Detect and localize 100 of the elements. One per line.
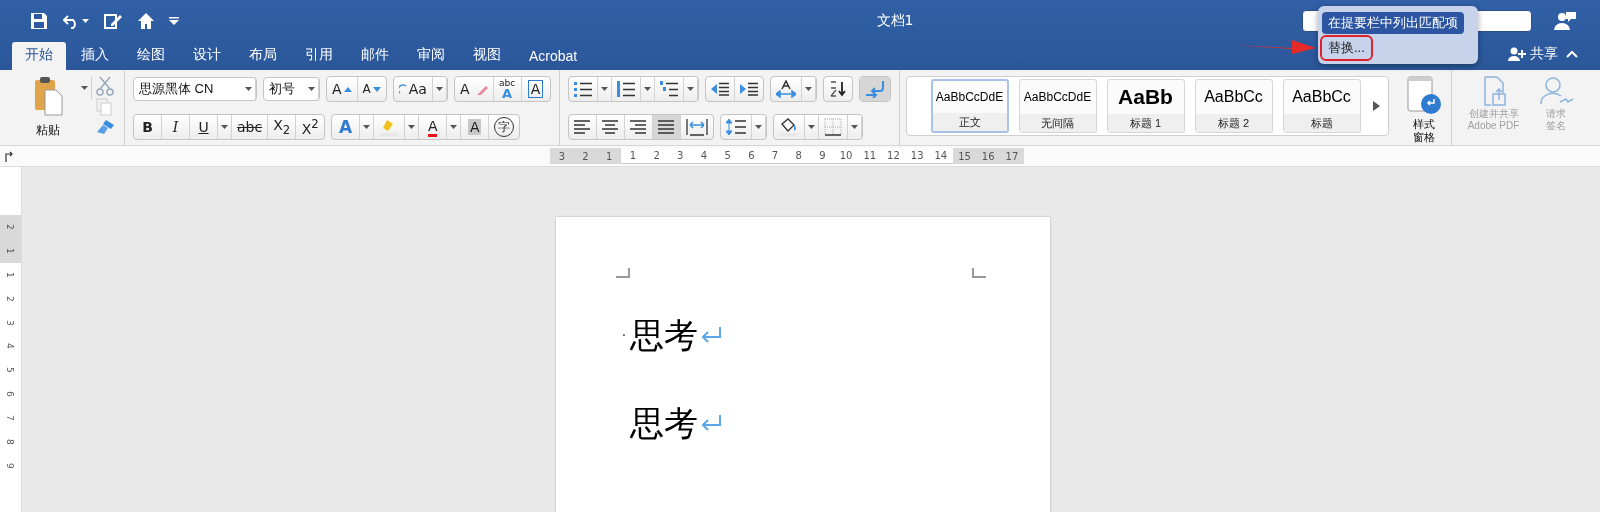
justify-icon [658,119,675,135]
ruler-number: 3 [557,150,567,162]
style-item[interactable]: AaBbCc 标题 [1282,79,1361,133]
more-icon [169,17,179,25]
dropdown-button[interactable] [78,76,92,100]
brush-icon [96,118,116,136]
ribbon-tab[interactable]: Acrobat [516,44,591,70]
font-name-field[interactable]: 思源黑体 CN [133,77,257,101]
ruler-number: 4 [4,342,17,352]
format-button[interactable]: abc A [493,77,522,101]
window-title: 文档1 [875,12,915,30]
save-icon [30,12,48,30]
style-item[interactable]: AaBbCc 标题 2 [1194,79,1273,133]
format-button[interactable]: A [461,115,490,139]
alignment-button[interactable] [652,115,681,139]
ribbon-tab[interactable]: 开始 [12,42,66,70]
paste-icon [33,76,63,116]
paste-button[interactable]: 粘贴 [33,76,63,139]
style-item[interactable]: AaBbCcDdE 正文 [930,79,1009,133]
ruler-number: 1 [4,246,17,256]
format-button[interactable]: U [190,115,218,139]
style-item[interactable]: AaBb 标题 1 [1106,79,1185,133]
customize-button[interactable] [167,15,181,27]
format-button[interactable]: X$_{2}$ [268,115,297,139]
format-button[interactable]: B [134,115,162,139]
style-item[interactable]: AaBbCcDdE 无间隔 [1018,79,1097,133]
arrow-up-icon [343,86,352,92]
edit-icon [103,12,123,30]
share-button[interactable]: 共享 [1508,45,1558,63]
ruler-number: 4 [699,150,709,161]
caret-icon [807,125,815,129]
caret-icon [308,87,315,91]
ruler-number: 5 [4,366,17,376]
align-left-icon [574,119,591,135]
ribbon-tab[interactable]: 审阅 [404,42,458,70]
caret-icon [850,125,858,129]
caret-icon [221,125,228,129]
highlighter-icon [379,118,400,136]
dropdown-button[interactable] [360,115,375,139]
person-icon [1554,11,1576,31]
signature-icon [1537,76,1574,106]
format-button[interactable]: A [521,77,550,101]
caret-up-icon [1566,50,1578,58]
paragraph-text: 思考 [629,316,698,354]
ribbon-tab[interactable]: 布局 [236,42,290,70]
ruler-number: 10 [838,150,854,161]
ruler-number: 2 [652,150,661,161]
ruler-number: 1 [4,270,17,280]
home-icon [137,12,155,30]
ruler-number: 7 [4,414,17,423]
format-button[interactable]: A [332,115,361,139]
align-right-icon [630,119,647,135]
dropdown-button[interactable] [305,77,319,101]
ruler-number: 2 [581,150,590,162]
return-mark-icon [700,326,722,344]
format-button[interactable]: A [419,115,448,139]
format-painter-button[interactable] [96,118,116,136]
paragraph-text: 思考 [629,404,698,442]
ruler-number: 1 [605,150,614,162]
collapse-ribbon-button[interactable] [1564,48,1580,60]
ribbon-tab[interactable]: 插入 [68,42,122,70]
text-direction-icon [775,80,796,98]
ribbon-tab[interactable]: 视图 [460,42,514,70]
gallery-scroll-button[interactable] [1370,99,1382,113]
space-mark: · [620,327,628,343]
copy-icon [96,98,112,116]
format-button[interactable]: I [162,115,190,139]
ruler-number: 3 [676,150,685,161]
bullets-icon [573,81,592,97]
paragraph-mark-icon [864,80,885,98]
styles-pane-icon [1406,76,1441,116]
multilevel-list-icon [659,81,678,97]
distribute-icon [685,118,708,136]
format-button[interactable]: A [357,77,386,101]
decrease-indent-icon [710,82,729,96]
caret-icon [754,125,762,129]
dropdown-button[interactable] [242,77,256,101]
ruler-number: 11 [862,150,878,161]
save-button[interactable] [28,10,50,32]
ribbon-tab[interactable]: 邮件 [348,42,402,70]
format-button[interactable]: X$^{2}$ [296,115,325,139]
dropdown-button[interactable] [447,115,462,139]
font-size-field[interactable]: 初号 [263,77,320,101]
ribbon-tab[interactable]: 设计 [180,42,234,70]
dropdown-button[interactable] [405,115,420,139]
ribbon-tab[interactable]: 引用 [292,42,346,70]
format-button[interactable]: A [327,77,358,101]
borders-icon [823,118,842,136]
styles-pane-button[interactable]: 样式窗格 [1396,70,1452,145]
menu-item[interactable]: 在提要栏中列出匹配项 [1322,12,1464,34]
ruler-number: 12 [886,150,901,161]
dropdown-button[interactable] [218,115,232,139]
format-button[interactable]: Aa [393,77,433,101]
ribbon-tab[interactable]: 绘图 [124,42,178,70]
feedback-button[interactable] [1552,9,1578,33]
ruler-number: 8 [4,438,17,447]
format-button[interactable]: abc [232,115,269,139]
menu-item[interactable]: 替换... [1322,37,1371,59]
format-button[interactable]: A [454,77,494,101]
caret-icon [82,19,89,23]
